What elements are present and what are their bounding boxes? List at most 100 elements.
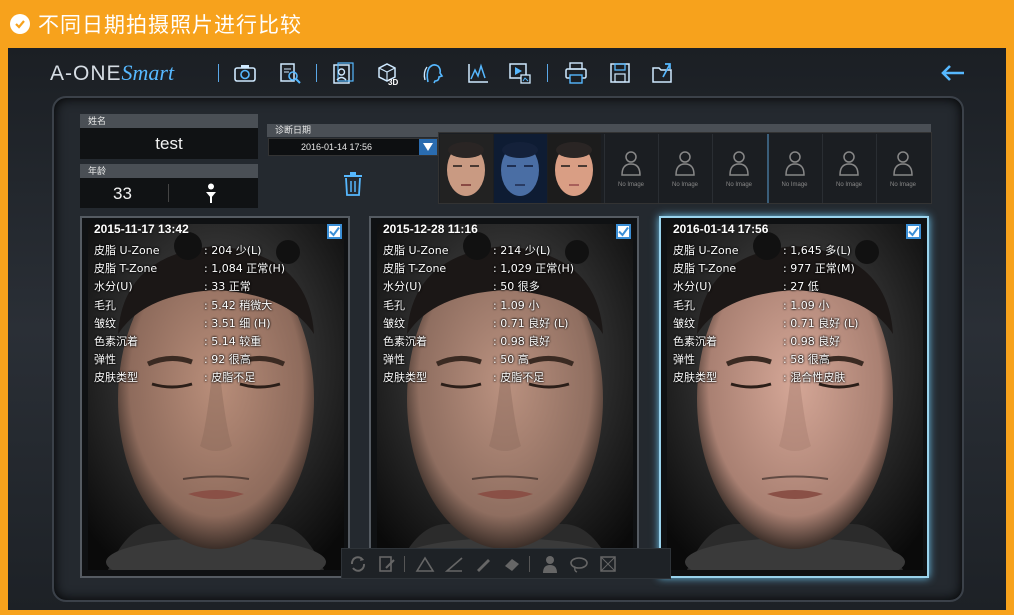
metric-row: 皮肤类型: 皮脂不足 — [94, 369, 285, 387]
metric-row: 皮脂 U-Zone : 214 少(L) — [383, 242, 574, 260]
metrics-list: 皮脂 U-Zone : 204 少(L) 皮脂 T-Zone: 1,084 正常(H… — [94, 242, 285, 388]
metric-name: 弹性 — [94, 353, 116, 367]
person-icon[interactable] — [537, 553, 563, 575]
panel-date: 2015-11-17 13:42 — [94, 222, 189, 236]
export-icon[interactable] — [650, 60, 676, 86]
print-icon[interactable] — [563, 60, 589, 86]
refresh-icon[interactable] — [345, 553, 371, 575]
trash-icon[interactable] — [342, 172, 364, 201]
person-placeholder-icon — [621, 150, 641, 176]
diagnosis-date-label: 诊断日期 — [275, 125, 312, 135]
metric-name: 皮脂 U-Zone — [94, 244, 160, 257]
name-label: 姓名 — [80, 114, 258, 128]
selected-date: 2016-01-14 17:56 — [301, 142, 373, 152]
metric-row: 弹性: 92 很高 — [94, 351, 285, 369]
metric-row: 皮脂 T-Zone: 1,084 正常(H) — [94, 260, 285, 278]
metric-row: 弹性 : 50 高 — [383, 351, 574, 369]
metric-row: 水分(U) : 50 很多 — [383, 278, 574, 296]
comparison-panel-selected[interactable]: 2016-01-14 17:56 皮脂 U-Zone: 1,645 多(L) 皮脂… — [659, 216, 929, 578]
back-arrow-icon[interactable] — [938, 60, 966, 86]
thumbnail-strip: No Image No Image No Image No Image No I… — [438, 132, 932, 204]
metric-value: : 5.14 较重 — [204, 335, 262, 349]
eraser-icon[interactable] — [499, 553, 525, 575]
angle-icon[interactable] — [441, 553, 467, 575]
patient-name: test — [80, 128, 258, 159]
crop-icon[interactable] — [595, 553, 621, 575]
metric-value: : 50 很多 — [493, 280, 540, 294]
metric-name: 皮脂 T-Zone — [383, 262, 447, 276]
metric-value: : 0.98 良好 — [493, 335, 551, 349]
metric-name: 水分(U) — [383, 280, 422, 294]
face-profile-icon[interactable] — [420, 60, 446, 86]
metric-name: 皱纹 — [673, 316, 695, 330]
age-divider — [168, 184, 169, 202]
panel-checkbox[interactable] — [906, 224, 921, 239]
metric-row: 水分(U): 33 正常 — [94, 278, 285, 296]
search-document-icon[interactable] — [277, 60, 303, 86]
compare-icon[interactable] — [330, 60, 356, 86]
empty-image-slot: No Image — [604, 134, 657, 203]
metric-value: : 皮脂不足 — [493, 371, 545, 385]
camera-icon[interactable] — [232, 60, 258, 86]
metric-value: : 204 少(L) — [204, 244, 262, 257]
metric-row: 毛孔: 1.09 小 — [383, 297, 574, 315]
triangle-icon[interactable] — [412, 553, 438, 575]
metric-name: 皮脂 U-Zone — [673, 244, 739, 257]
patient-age: 33 — [113, 184, 132, 203]
panel-date: 2016-01-14 17:56 — [673, 222, 769, 236]
panel-checkbox[interactable] — [616, 224, 631, 239]
no-image-text: No Image — [617, 181, 644, 188]
chevron-down-icon[interactable] — [419, 139, 437, 155]
metric-name: 皮肤类型 — [94, 371, 138, 385]
check-circle-icon — [10, 14, 30, 34]
metric-name: 弹性 — [383, 353, 405, 367]
metric-name: 水分(U) — [94, 280, 133, 294]
panel-checkbox[interactable] — [327, 224, 342, 239]
thumbnail-uv[interactable] — [494, 134, 547, 203]
person-placeholder-icon — [839, 150, 859, 176]
metric-row: 色素沉着 : 0.98 良好 — [383, 333, 574, 351]
pen-icon[interactable] — [470, 553, 496, 575]
metric-name: 皮脂 U-Zone — [383, 244, 449, 257]
age-label: 年龄 — [80, 164, 258, 178]
thumbnail-polarized[interactable] — [548, 134, 601, 203]
save-icon[interactable] — [607, 60, 633, 86]
person-placeholder-icon — [729, 150, 749, 176]
metric-name: 皱纹 — [383, 316, 405, 330]
lasso-icon[interactable] — [566, 553, 592, 575]
metric-name: 色素沉着 — [383, 335, 427, 349]
no-image-text: No Image — [725, 181, 752, 188]
person-placeholder-icon — [784, 150, 805, 176]
comparison-panel[interactable]: 2015-11-17 13:42 皮脂 U-Zone : 204 少(L) 皮脂 T… — [80, 216, 350, 578]
slideshow-icon[interactable] — [507, 60, 533, 86]
metric-row: 皮肤类型: 混合性皮肤 — [673, 369, 858, 387]
metric-row: 皮脂 U-Zone: 1,645 多(L) — [673, 242, 858, 260]
metric-value: : 50 高 — [493, 353, 529, 367]
metric-row: 弹性: 58 很高 — [673, 351, 858, 369]
age-box: 33 — [80, 178, 258, 208]
metric-value: : 5.42 稍微大 — [204, 298, 273, 312]
edit-icon[interactable] — [374, 553, 400, 575]
chart-icon[interactable] — [465, 60, 491, 86]
metric-value: : 混合性皮肤 — [783, 371, 846, 385]
3d-icon[interactable]: 3D — [375, 60, 401, 86]
metric-row: 皮肤类型: 皮脂不足 — [383, 369, 574, 387]
app-window: A-ONESmart 3D 姓名 test 年龄 33 诊断日期 2016-01… — [8, 48, 1006, 610]
date-select[interactable]: 2016-01-14 17:56 — [268, 138, 438, 156]
page-banner: 不同日期拍摄照片进行比较 — [0, 0, 1014, 48]
toolbar-separator — [316, 64, 317, 82]
metric-value: : 3.51 细 (H) — [204, 316, 271, 330]
comparison-panel[interactable]: 2015-12-28 11:16 皮脂 U-Zone : 214 少(L) 皮脂 T… — [369, 216, 639, 578]
metric-name: 皮脂 T-Zone — [673, 262, 737, 276]
metric-value: : 977 正常(M) — [783, 262, 855, 276]
3d-badge-label: 3D — [388, 78, 398, 86]
metric-name: 皱纹 — [94, 316, 116, 330]
banner-title: 不同日期拍摄照片进行比较 — [38, 13, 302, 37]
metric-row: 水分(U): 27 低 — [673, 278, 858, 296]
metric-value: : 214 少(L) — [493, 244, 551, 257]
thumbnail-normal[interactable] — [440, 134, 493, 203]
empty-image-slot: No Image — [658, 134, 711, 203]
panel-date: 2015-12-28 11:16 — [383, 222, 478, 236]
toolbar-separator — [547, 64, 548, 82]
metric-row: 色素沉着: 0.98 良好 — [673, 333, 858, 351]
